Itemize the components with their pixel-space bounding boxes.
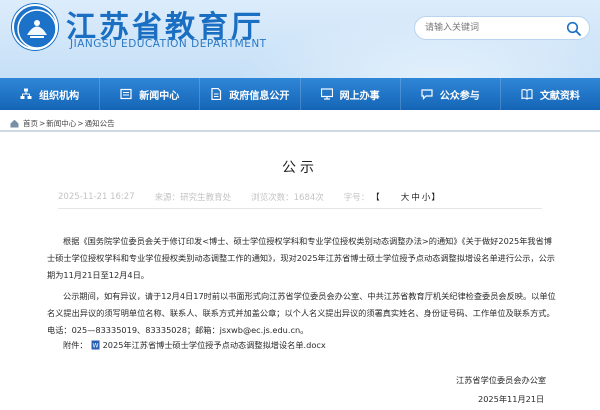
font-size-small-button[interactable]: 小	[422, 193, 431, 203]
nav-item-label: 网上办事	[339, 90, 380, 102]
breadcrumb-home-link[interactable]: 首页	[23, 118, 38, 129]
signature-organization: 江苏省学位委员会办公室	[456, 375, 547, 385]
org-chart-icon	[20, 88, 32, 100]
nav-item-online-service[interactable]: 网上办事	[301, 78, 401, 110]
article-paragraph-1: 根据《国务院学位委员会关于修订印发<博士、硕士学位授权学科和专业学位授权类别动态…	[47, 236, 555, 280]
book-icon	[521, 88, 533, 100]
article-title: 公示	[282, 160, 318, 176]
nav-item-label: 政府信息公开	[229, 90, 290, 102]
nav-item-organization[interactable]: 组织机构	[0, 78, 101, 110]
font-size-medium-button[interactable]: 中	[411, 193, 420, 203]
article-paragraph-2: 公示期间，如有异议，请于12月4日17时前以书面形式向江苏省学位委员会办公室、中…	[47, 291, 556, 335]
nav-item-label: 组织机构	[39, 90, 80, 102]
monitor-icon	[320, 88, 333, 100]
chat-icon	[421, 88, 433, 100]
content-divider	[0, 130, 600, 132]
site-header: 江苏省教育厅 JIANGSU EDUCATION DEPARTMENT	[0, 0, 600, 78]
home-icon	[10, 119, 19, 128]
font-size-label: 字号：	[343, 193, 370, 203]
attachment-label: 附件：	[63, 340, 88, 350]
attachment-row: 附件： W 2025年江苏省博士硕士学位授予点动态调整拟增设名单.docx	[63, 339, 326, 351]
font-size-switcher: 【 大中小】	[371, 191, 460, 203]
site-subtitle: JIANGSU EDUCATION DEPARTMENT	[70, 38, 267, 50]
font-size-bracket: 】	[431, 193, 440, 203]
main-nav: 组织机构 新闻中心 政府信息公开 网上办事 公众参与 文献资料	[0, 78, 600, 110]
search-icon[interactable]	[565, 20, 583, 38]
nav-item-public-participation[interactable]: 公众参与	[401, 78, 501, 110]
nav-item-gov-info[interactable]: 政府信息公开	[200, 78, 301, 110]
article-source: 来源：研究生教育处	[154, 193, 232, 203]
meta-divider	[58, 208, 542, 209]
department-logo-icon[interactable]	[12, 4, 58, 50]
nav-item-label: 新闻中心	[139, 90, 180, 102]
search-box	[414, 16, 590, 40]
breadcrumb: 首页 > 新闻中心 > 通知公告	[10, 118, 115, 129]
font-size-large-button[interactable]: 大	[401, 193, 410, 203]
font-size-bracket: 【	[371, 193, 380, 203]
nav-item-label: 公众参与	[439, 90, 480, 102]
document-icon	[210, 87, 222, 101]
nav-item-literature[interactable]: 文献资料	[501, 78, 600, 110]
view-count: 浏览次数：1684次	[251, 193, 324, 203]
breadcrumb-separator: >	[77, 119, 84, 128]
breadcrumb-current-link[interactable]: 通知公告	[85, 118, 115, 129]
breadcrumb-news-link[interactable]: 新闻中心	[46, 118, 76, 129]
publish-date: 2025-11-21 16:27	[58, 192, 135, 202]
breadcrumb-separator: >	[39, 119, 46, 128]
svg-text:W: W	[92, 343, 98, 350]
news-icon	[120, 88, 132, 100]
search-input[interactable]	[425, 20, 561, 36]
signature-date: 2025年11月21日	[478, 394, 545, 404]
article-meta: 2025-11-21 16:27 来源：研究生教育处 浏览次数：1684次 字号…	[58, 191, 558, 203]
nav-item-label: 文献资料	[539, 90, 580, 102]
nav-item-news[interactable]: 新闻中心	[100, 78, 201, 110]
attachment-link[interactable]: 2025年江苏省博士硕士学位授予点动态调整拟增设名单.docx	[103, 339, 326, 351]
word-document-icon: W	[91, 340, 100, 350]
